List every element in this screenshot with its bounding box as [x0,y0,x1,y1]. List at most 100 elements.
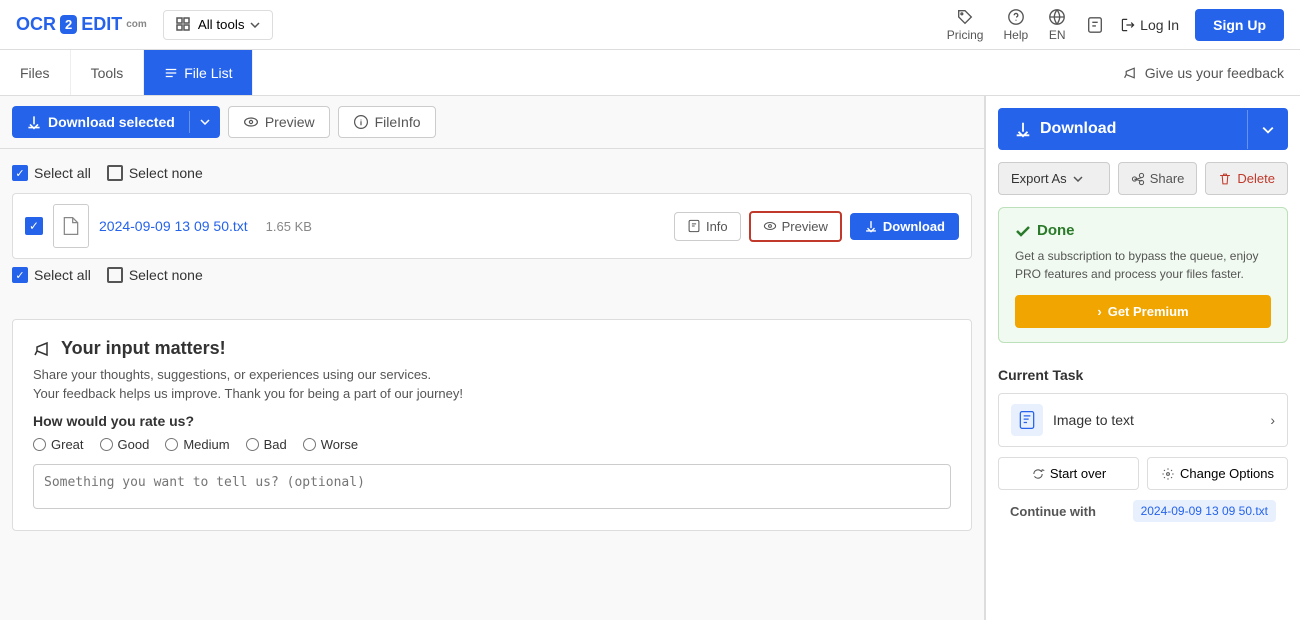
share-button[interactable]: Share [1118,162,1198,195]
change-options-button[interactable]: Change Options [1147,457,1288,490]
feedback-question: How would you rate us? [33,413,951,429]
feedback-subtitle2: Your feedback helps us improve. Thank yo… [33,386,951,401]
task-actions: Start over Change Options [998,457,1288,490]
share-label: Share [1150,171,1185,186]
right-download-button[interactable]: Download [998,108,1288,150]
fileinfo-button[interactable]: FileInfo [338,106,436,138]
rating-good-label: Good [118,437,150,452]
select-none-top[interactable]: Select none [107,165,203,181]
eye-file-icon [763,219,777,233]
history-nav-item[interactable] [1086,16,1104,34]
rating-medium[interactable]: Medium [165,437,229,452]
file-download-button[interactable]: Download [850,213,959,240]
feedback-ratings: Great Good Medium Bad Worse [33,437,951,452]
language-nav-item[interactable]: EN [1048,8,1066,42]
check-icon [1015,223,1031,239]
megaphone-feedback-icon [33,339,53,359]
all-tools-label: All tools [198,17,245,32]
pricing-nav-item[interactable]: Pricing [947,8,984,42]
feedback-subtitle1: Share your thoughts, suggestions, or exp… [33,367,951,382]
download-selected-dropdown[interactable] [189,111,220,133]
radio-bad[interactable] [246,438,259,451]
select-all-bottom[interactable]: Select all [12,267,91,283]
download-right-icon [1014,120,1032,138]
start-over-label: Start over [1050,466,1106,481]
radio-great[interactable] [33,438,46,451]
rating-good[interactable]: Good [100,437,150,452]
logo-number: 2 [60,15,77,34]
task-arrow-icon: › [1270,412,1275,428]
pricing-label: Pricing [947,28,984,42]
document-icon [61,214,81,238]
radio-good[interactable] [100,438,113,451]
refresh-icon [1031,467,1045,481]
export-as-button[interactable]: Export As [998,162,1110,195]
select-none-checkbox-top [107,165,123,181]
preview-file-label: Preview [782,219,828,234]
signup-button[interactable]: Sign Up [1195,9,1284,41]
task-row[interactable]: Image to text › [998,393,1288,447]
download-selected-button[interactable]: Download selected [12,106,220,138]
export-row: Export As Share Delete [986,162,1300,207]
header-nav: Pricing Help EN [947,8,1104,42]
subnav-file-list[interactable]: File List [144,50,253,95]
rating-bad-label: Bad [264,437,287,452]
download-file-icon [864,219,878,233]
continue-with-row: Continue with 2024-09-09 13 09 50.txt [998,500,1288,522]
radio-medium[interactable] [165,438,178,451]
info-btn-label: Info [706,219,728,234]
feedback-textarea[interactable] [33,464,951,509]
preview-label: Preview [265,114,315,130]
right-download-main: Download [998,108,1247,150]
rating-great-label: Great [51,437,84,452]
rating-bad[interactable]: Bad [246,437,287,452]
toolbar: Download selected Preview FileInfo [0,96,984,149]
list-icon [164,66,178,80]
current-task-title: Current Task [998,367,1288,383]
rating-great[interactable]: Great [33,437,84,452]
select-all-top[interactable]: Select all [12,165,91,181]
signup-label: Sign Up [1213,17,1266,33]
rating-worse[interactable]: Worse [303,437,358,452]
preview-button[interactable]: Preview [228,106,330,138]
login-icon [1120,17,1136,33]
grid-icon [176,17,192,33]
download-file-label: Download [883,219,945,234]
subnav-files[interactable]: Files [0,50,71,95]
main-layout: Download selected Preview FileInfo [0,96,1300,620]
file-checkbox[interactable]: ✓ [25,217,43,235]
task-icon [1011,404,1043,436]
chevron-down-icon [250,22,260,28]
continue-with-file: 2024-09-09 13 09 50.txt [1133,500,1276,522]
login-button[interactable]: Log In [1120,17,1179,33]
file-actions: Info Preview Download [674,211,959,242]
help-nav-item[interactable]: Help [1003,8,1028,42]
eye-icon [243,114,259,130]
file-preview-button[interactable]: Preview [749,211,842,242]
select-none-bottom[interactable]: Select none [107,267,203,283]
download-selected-main: Download selected [12,106,189,138]
bottom-select-row: Select all Select none [12,267,972,283]
file-name[interactable]: 2024-09-09 13 09 50.txt [99,218,248,234]
file-info-button[interactable]: Info [674,212,741,241]
start-over-button[interactable]: Start over [998,457,1139,490]
select-none-top-label: Select none [129,165,203,181]
share-icon [1131,172,1145,186]
delete-button[interactable]: Delete [1205,162,1288,195]
fileinfo-label: FileInfo [375,114,421,130]
get-premium-label: Get Premium [1108,304,1189,319]
subnav-files-label: Files [20,65,50,81]
chevron-premium-icon: › [1097,304,1101,319]
done-title: Done [1015,222,1271,239]
select-all-checkbox-top [12,165,28,181]
right-download-dropdown[interactable] [1247,110,1288,149]
radio-worse[interactable] [303,438,316,451]
download-selected-label: Download selected [48,114,175,130]
feedback-link[interactable]: Give us your feedback [1123,65,1300,81]
subnav-tools[interactable]: Tools [71,50,145,95]
chevron-down-right-icon [1262,126,1274,134]
help-label: Help [1003,28,1028,42]
delete-label: Delete [1237,171,1275,186]
all-tools-button[interactable]: All tools [163,10,274,40]
get-premium-button[interactable]: › Get Premium [1015,295,1271,328]
